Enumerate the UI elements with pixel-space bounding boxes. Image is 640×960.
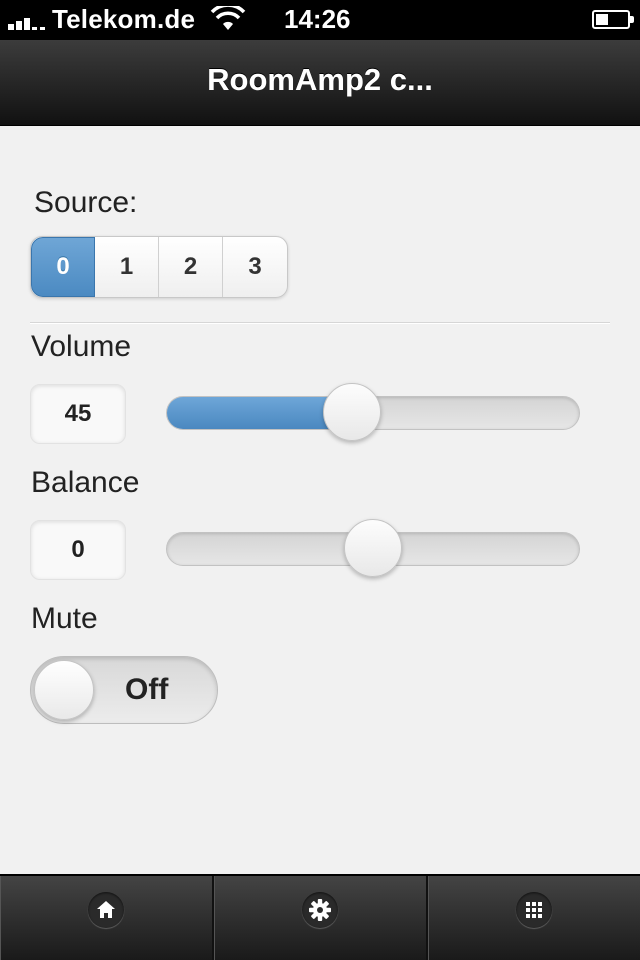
source-selector: 0 1 2 3: [30, 236, 288, 298]
grid-icon: [526, 902, 542, 918]
volume-value-field[interactable]: 45: [30, 384, 126, 444]
balance-label: Balance: [31, 466, 140, 499]
wifi-icon: [210, 6, 246, 30]
source-option-2[interactable]: 2: [159, 237, 223, 297]
mute-label: Mute: [31, 602, 98, 635]
volume-slider-handle[interactable]: [323, 383, 382, 441]
tab-settings[interactable]: [214, 876, 428, 960]
source-label: Source:: [34, 186, 138, 219]
source-option-0[interactable]: 0: [31, 237, 95, 297]
tab-home[interactable]: [0, 876, 214, 960]
footer-tab-bar: [0, 874, 640, 960]
source-option-1[interactable]: 1: [95, 237, 159, 297]
mute-toggle[interactable]: Off: [30, 656, 218, 724]
battery-icon: [592, 10, 634, 29]
status-time: 14:26: [284, 4, 351, 34]
header-bar: RoomAmp2 c...: [0, 40, 640, 126]
mute-toggle-knob[interactable]: [34, 660, 94, 720]
volume-label: Volume: [31, 330, 132, 363]
tab-grid[interactable]: [428, 876, 640, 960]
carrier-name: Telekom.de: [52, 4, 196, 34]
balance-slider-handle[interactable]: [344, 519, 402, 577]
mute-toggle-state: Off: [125, 673, 169, 706]
source-option-3[interactable]: 3: [223, 237, 287, 297]
page-title: RoomAmp2 c...: [207, 62, 433, 97]
home-icon: [97, 901, 115, 918]
balance-value-field[interactable]: 0: [30, 520, 126, 580]
signal-strength-icon: [8, 14, 50, 30]
status-bar: Telekom.de 14:26: [0, 0, 640, 40]
gear-icon: [309, 899, 331, 921]
divider: [30, 322, 610, 324]
